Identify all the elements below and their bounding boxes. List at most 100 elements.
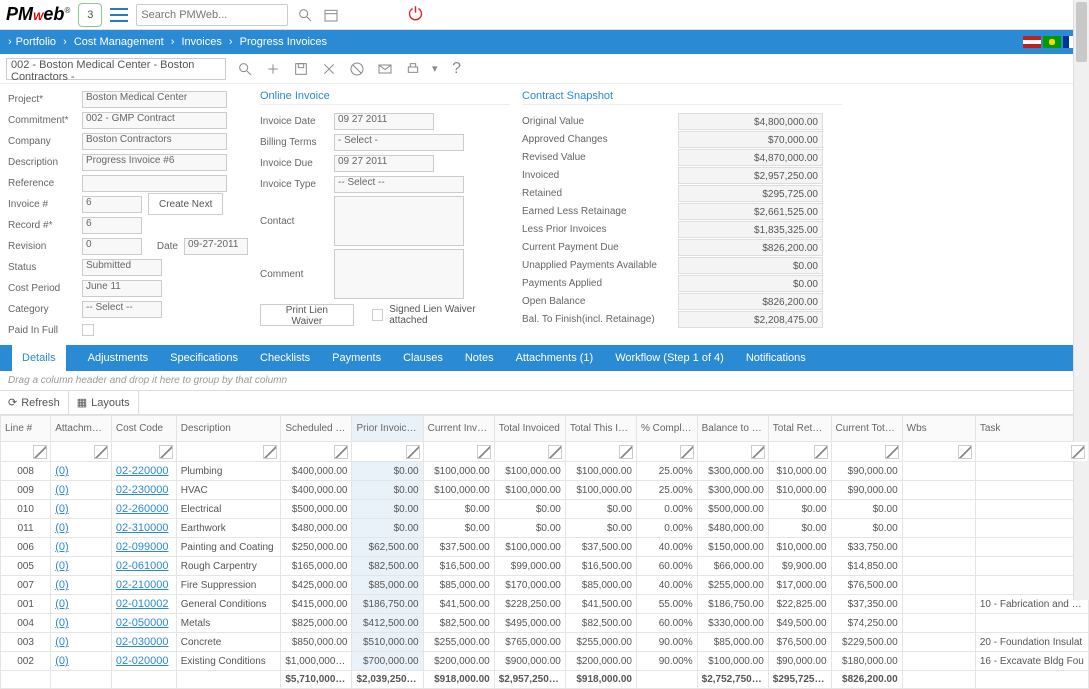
flag-br-icon[interactable] (1043, 36, 1061, 48)
date-field[interactable]: 09-27-2011 (184, 238, 248, 255)
attachments-link[interactable]: (0) (55, 503, 68, 515)
filter-cell[interactable] (281, 442, 352, 462)
attachments-link[interactable]: (0) (55, 617, 68, 629)
col-header[interactable]: Wbs (902, 416, 975, 442)
filter-cell[interactable] (565, 442, 636, 462)
table-row[interactable]: 009(0)02-230000HVAC$400,000.00$0.00$100,… (1, 481, 1089, 500)
crumb[interactable]: Cost Management (74, 36, 164, 48)
attachments-link[interactable]: (0) (55, 522, 68, 534)
costcode-link[interactable]: 02-061000 (116, 560, 169, 572)
tab-details[interactable]: Details (12, 345, 66, 371)
filter-cell[interactable] (975, 442, 1088, 462)
col-header[interactable]: Line # (1, 416, 51, 442)
crumb[interactable]: Progress Invoices (240, 36, 327, 48)
col-header[interactable]: Scheduled Value (281, 416, 352, 442)
power-icon[interactable]: ⏻ (408, 4, 422, 25)
col-header[interactable]: Prior Invoices ▲ (352, 416, 423, 442)
table-row[interactable]: 002(0)02-020000Existing Conditions$1,000… (1, 652, 1089, 671)
costcode-link[interactable]: 02-050000 (116, 617, 169, 629)
tab-clauses[interactable]: Clauses (403, 352, 443, 364)
flag-us-icon[interactable] (1023, 36, 1041, 48)
table-row[interactable]: 003(0)02-030000Concrete$850,000.00$510,0… (1, 633, 1089, 652)
tab-checklists[interactable]: Checklists (260, 352, 310, 364)
costcode-link[interactable]: 02-220000 (116, 465, 169, 477)
status-field[interactable]: Submitted (82, 259, 162, 276)
comment-field[interactable] (334, 249, 464, 299)
col-header[interactable]: Total This Invoice (565, 416, 636, 442)
col-header[interactable]: Cost Code (111, 416, 176, 442)
search-input[interactable] (136, 4, 288, 26)
tab-payments[interactable]: Payments (332, 352, 381, 364)
costcode-link[interactable]: 02-310000 (116, 522, 169, 534)
attachments-link[interactable]: (0) (55, 636, 68, 648)
col-header[interactable]: Task (975, 416, 1088, 442)
filter-cell[interactable] (352, 442, 423, 462)
print-lien-button[interactable]: Print Lien Waiver (260, 304, 354, 326)
hamburger-icon[interactable] (110, 6, 128, 24)
invoice-type-field[interactable]: -- Select -- (334, 176, 464, 193)
table-row[interactable]: 004(0)02-050000Metals$825,000.00$412,500… (1, 614, 1089, 633)
scrollbar-vertical[interactable] (1073, 0, 1089, 600)
crumb[interactable]: Invoices (181, 36, 221, 48)
refresh-button[interactable]: ⟳Refresh (0, 391, 69, 415)
crumb[interactable]: Portfolio (16, 36, 56, 48)
filter-cell[interactable] (111, 442, 176, 462)
cost-period-field[interactable]: June 11 (82, 280, 162, 297)
tab-notifications[interactable]: Notifications (746, 352, 806, 364)
attachments-link[interactable]: (0) (55, 541, 68, 553)
filter-cell[interactable] (697, 442, 768, 462)
col-header[interactable]: Current Invoice (423, 416, 494, 442)
table-row[interactable]: 001(0)02-010002General Conditions$415,00… (1, 595, 1089, 614)
reference-field[interactable] (82, 175, 227, 192)
costcode-link[interactable]: 02-020000 (116, 655, 169, 667)
costcode-link[interactable]: 02-099000 (116, 541, 169, 553)
commitment-field[interactable]: 002 - GMP Contract (82, 112, 227, 129)
filter-cell[interactable] (494, 442, 565, 462)
costcode-link[interactable]: 02-230000 (116, 484, 169, 496)
record-no-field[interactable]: 6 (82, 217, 142, 234)
search-icon[interactable] (296, 6, 314, 24)
invoice-no-field[interactable]: 6 (82, 196, 142, 213)
table-row[interactable]: 008(0)02-220000Plumbing$400,000.00$0.00$… (1, 462, 1089, 481)
badge[interactable]: 3 (78, 3, 102, 27)
tab-attachments-[interactable]: Attachments (1) (516, 352, 594, 364)
filter-cell[interactable] (423, 442, 494, 462)
revision-field[interactable]: 0 (82, 238, 142, 255)
help-icon[interactable]: ? (448, 60, 466, 78)
print-icon[interactable] (404, 60, 422, 78)
col-header[interactable]: % Complete (636, 416, 697, 442)
table-row[interactable]: 006(0)02-099000Painting and Coating$250,… (1, 538, 1089, 557)
table-row[interactable]: 010(0)02-260000Electrical$500,000.00$0.0… (1, 500, 1089, 519)
chevron-right-icon[interactable]: › (8, 36, 12, 48)
layouts-button[interactable]: ▦Layouts (69, 391, 139, 415)
attachments-link[interactable]: (0) (55, 484, 68, 496)
record-selector[interactable]: 002 - Boston Medical Center - Boston Con… (6, 58, 226, 80)
table-row[interactable]: 011(0)02-310000Earthwork$480,000.00$0.00… (1, 519, 1089, 538)
col-header[interactable]: Total Invoiced (494, 416, 565, 442)
attachments-link[interactable]: (0) (55, 560, 68, 572)
costcode-link[interactable]: 02-210000 (116, 579, 169, 591)
paid-in-full-checkbox[interactable] (82, 324, 94, 336)
signed-lien-checkbox[interactable] (372, 309, 383, 321)
tab-adjustments[interactable]: Adjustments (88, 352, 149, 364)
category-field[interactable]: -- Select -- (82, 301, 162, 318)
filter-cell[interactable] (51, 442, 112, 462)
save-icon[interactable] (292, 60, 310, 78)
attachments-link[interactable]: (0) (55, 579, 68, 591)
email-icon[interactable] (376, 60, 394, 78)
delete-icon[interactable] (320, 60, 338, 78)
search-record-icon[interactable] (236, 60, 254, 78)
costcode-link[interactable]: 02-030000 (116, 636, 169, 648)
filter-cell[interactable] (768, 442, 831, 462)
description-field[interactable]: Progress Invoice #6 (82, 154, 227, 171)
add-icon[interactable] (264, 60, 282, 78)
tab-notes[interactable]: Notes (465, 352, 494, 364)
col-header[interactable]: Total Retained (768, 416, 831, 442)
invoice-due-field[interactable]: 09 27 2011 (334, 155, 434, 172)
create-next-button[interactable]: Create Next (148, 193, 223, 215)
calendar-icon[interactable] (322, 6, 340, 24)
table-row[interactable]: 007(0)02-210000Fire Suppression$425,000.… (1, 576, 1089, 595)
filter-cell[interactable] (1, 442, 51, 462)
attachments-link[interactable]: (0) (55, 465, 68, 477)
filter-cell[interactable] (831, 442, 902, 462)
